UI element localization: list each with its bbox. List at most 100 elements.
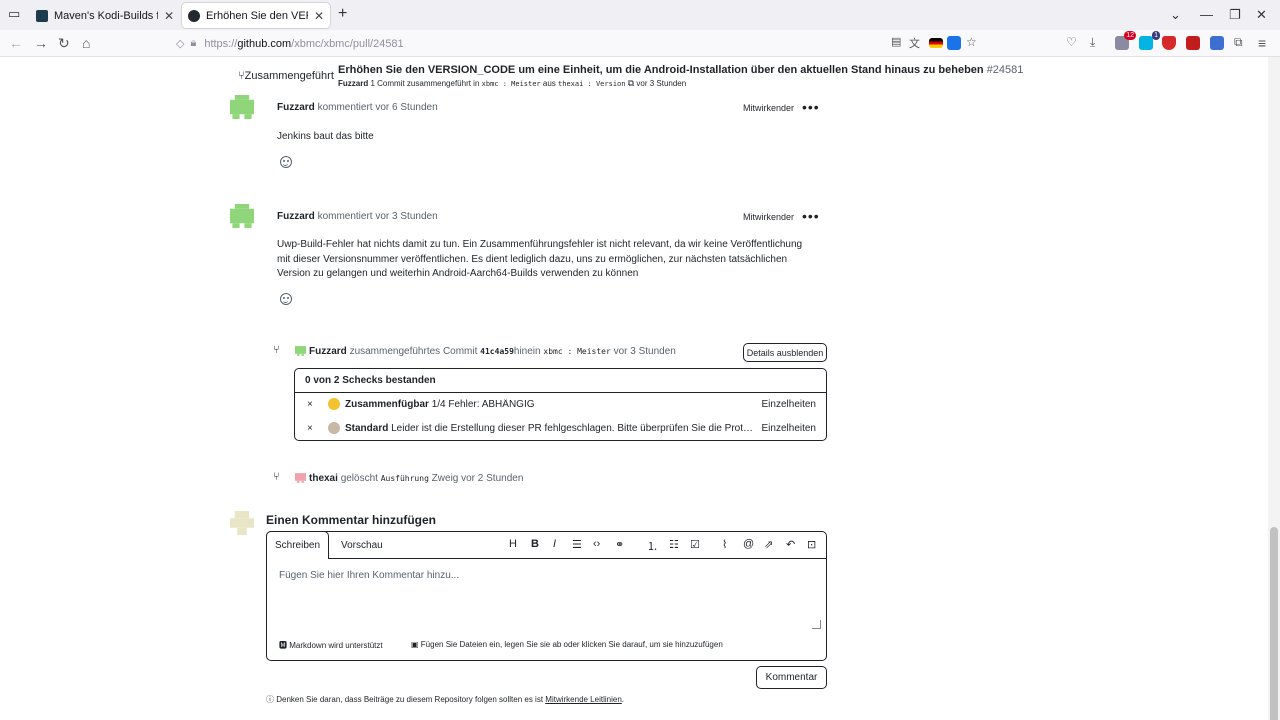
current-user-avatar[interactable] [230, 511, 254, 535]
fullscreen-icon[interactable]: ⊡ [807, 538, 816, 551]
comment-time[interactable]: vor 3 Stunden [375, 211, 437, 222]
saved-reply-icon[interactable]: ↶ [786, 538, 795, 551]
code-icon[interactable]: ‹› [593, 538, 600, 550]
kodi-favicon-icon [36, 9, 48, 22]
resize-handle-icon[interactable] [812, 620, 821, 629]
fuzzard-mini-avatar[interactable] [295, 345, 306, 356]
comment-body: Jenkins baut das bitte [277, 131, 374, 142]
mention-icon[interactable]: @ [743, 538, 754, 550]
add-reaction-smiley-icon[interactable] [280, 293, 292, 305]
merge-time: vor 3 Stunden [636, 79, 687, 88]
contributor-badge: Mitwirkender [743, 103, 795, 113]
event-author[interactable]: thexai [309, 473, 338, 484]
copy-icon[interactable]: ⧉ [628, 78, 634, 88]
cross-reference-icon[interactable]: ⇗ [764, 538, 773, 551]
comment-textarea[interactable]: Fügen Sie hier Ihren Kommentar hinzu... [279, 570, 459, 581]
check-text: 1/4 Fehler: ABHÄNGIG [431, 399, 535, 410]
check-failed-icon: × [307, 423, 313, 434]
restore-window-icon[interactable]: ❐ [1229, 7, 1241, 23]
extensions-puzzle-icon[interactable]: ⧉ [1234, 35, 1243, 50]
fuzzard-avatar[interactable] [230, 95, 254, 119]
more-options-icon[interactable]: ••• [802, 99, 820, 115]
markdown-note[interactable]: 🅼︎ Markdown wird unterstützt [279, 640, 383, 651]
pocket-icon[interactable]: ♡ [1066, 35, 1077, 49]
downloads-icon[interactable]: ⤓ [1090, 35, 1095, 50]
home-icon[interactable]: ⌂ [82, 35, 90, 51]
event-author[interactable]: Fuzzard [309, 346, 347, 357]
browser-tab-github[interactable]: Erhöhen Sie den VERSION_COD ✕ [182, 3, 330, 28]
fuzzard-avatar[interactable] [230, 204, 254, 228]
tab-list-icon[interactable]: ▭ [8, 6, 20, 22]
minimize-window-icon[interactable]: — [1200, 7, 1213, 22]
link-icon[interactable]: ⚭ [615, 538, 624, 551]
comment-time[interactable]: vor 6 Stunden [375, 102, 437, 113]
numbered-list-icon[interactable]: ⒈ [647, 538, 658, 554]
translate-icon[interactable]: 文 [909, 35, 920, 51]
base-branch[interactable]: xbmc : Meister [482, 80, 541, 88]
google-translate-icon[interactable] [947, 36, 961, 50]
close-tab-icon[interactable]: ✕ [164, 9, 174, 23]
bullet-list-icon[interactable]: ☷ [669, 538, 679, 551]
github-pr-page: ⑂Zusammengeführt Erhöhen Sie den VERSION… [0, 57, 1268, 720]
lock-icon[interactable]: 🔒︎ [190, 37, 196, 50]
attach-files-note[interactable]: ▣ Fügen Sie Dateien ein, legen Sie sie a… [411, 640, 723, 649]
close-window-icon[interactable]: ✕ [1256, 7, 1267, 23]
extension-icon[interactable] [1186, 36, 1200, 50]
write-tab[interactable]: Schreiben [266, 531, 329, 559]
merge-event: Fuzzard zusammengeführtes Commit 41c4a59… [295, 345, 676, 357]
german-flag-icon[interactable] [929, 38, 943, 48]
extension-icon[interactable]: 12 [1115, 31, 1136, 50]
thexai-mini-avatar[interactable] [295, 472, 306, 483]
heading-button[interactable]: H [509, 538, 517, 550]
extension-icon[interactable] [1210, 36, 1224, 50]
contributing-guidelines-link[interactable]: Mitwirkende Leitlinien [545, 695, 621, 704]
new-tab-button[interactable]: + [338, 5, 347, 23]
ublock-shield-icon[interactable] [1162, 36, 1176, 50]
add-reaction-smiley-icon[interactable] [280, 156, 292, 168]
jenkins-app-icon [328, 422, 340, 434]
check-details-link[interactable]: Einzelheiten [762, 399, 816, 410]
task-list-icon[interactable]: ☑ [690, 538, 700, 551]
author-link[interactable]: Fuzzard [338, 79, 368, 88]
preview-tab[interactable]: Vorschau [341, 540, 383, 551]
attach-paperclip-icon[interactable]: ⌇ [722, 538, 727, 551]
page-scrollbar[interactable] [1268, 57, 1280, 720]
reader-view-icon[interactable]: ▤ [891, 35, 901, 48]
url-bar[interactable]: ◇ 🔒︎ https://github.com/xbmc/xbmc/pull/2… [176, 33, 986, 54]
check-description: Standard Leider ist die Erstellung diese… [345, 423, 755, 434]
checks-panel: 0 von 2 Schecks bestanden × Zusammenfügb… [294, 368, 827, 441]
bookmark-star-icon[interactable]: ☆ [966, 35, 977, 49]
comment-body: Uwp-Build-Fehler hat nichts damit zu tun… [277, 239, 803, 279]
comment-author[interactable]: Fuzzard [277, 211, 315, 222]
scrollbar-thumb[interactable] [1270, 527, 1278, 720]
back-arrow-icon[interactable]: ← [9, 35, 23, 51]
checks-summary: 0 von 2 Schecks bestanden [295, 369, 826, 393]
reload-icon[interactable]: ↻ [58, 35, 70, 52]
browser-tab-kodi[interactable]: Maven's Kodi-Builds für Androi ✕ [30, 3, 180, 28]
target-branch[interactable]: xbmc : Meister [543, 347, 610, 356]
event-time[interactable]: vor 3 Stunden [614, 346, 676, 357]
italic-button[interactable]: I [553, 538, 556, 550]
comment-author[interactable]: Fuzzard [277, 102, 315, 113]
quote-icon[interactable]: ☰ [572, 538, 582, 551]
forward-arrow-icon[interactable]: → [34, 35, 48, 51]
close-tab-icon[interactable]: ✕ [314, 9, 324, 23]
check-name: Zusammenfügbar [345, 399, 429, 410]
hide-details-button[interactable]: Details ausblenden [743, 343, 827, 362]
comment-action: kommentiert [317, 102, 373, 113]
comment-submit-button[interactable]: Kommentar [756, 666, 827, 689]
event-rest: Zweig vor 2 Stunden [431, 473, 524, 484]
bold-button[interactable]: B [531, 538, 539, 550]
extension-icon[interactable]: 1 [1139, 31, 1160, 50]
more-options-icon[interactable]: ••• [802, 208, 820, 224]
head-branch[interactable]: thexai : Version [558, 80, 625, 88]
tracking-shield-icon[interactable]: ◇ [176, 37, 184, 50]
summary-text: 1 Commit zusammengeführt in [370, 79, 480, 88]
check-details-link[interactable]: Einzelheiten [762, 423, 816, 434]
footer-text: Denken Sie daran, dass Beiträge zu diese… [276, 695, 544, 704]
mergeable-app-icon [328, 398, 340, 410]
tab-title: Erhöhen Sie den VERSION_COD [206, 9, 308, 22]
app-menu-icon[interactable]: ≡ [1258, 35, 1266, 51]
tab-overflow-chevron-icon[interactable]: ⌄ [1170, 7, 1181, 23]
commit-sha-link[interactable]: 41c4a59 [480, 347, 514, 356]
